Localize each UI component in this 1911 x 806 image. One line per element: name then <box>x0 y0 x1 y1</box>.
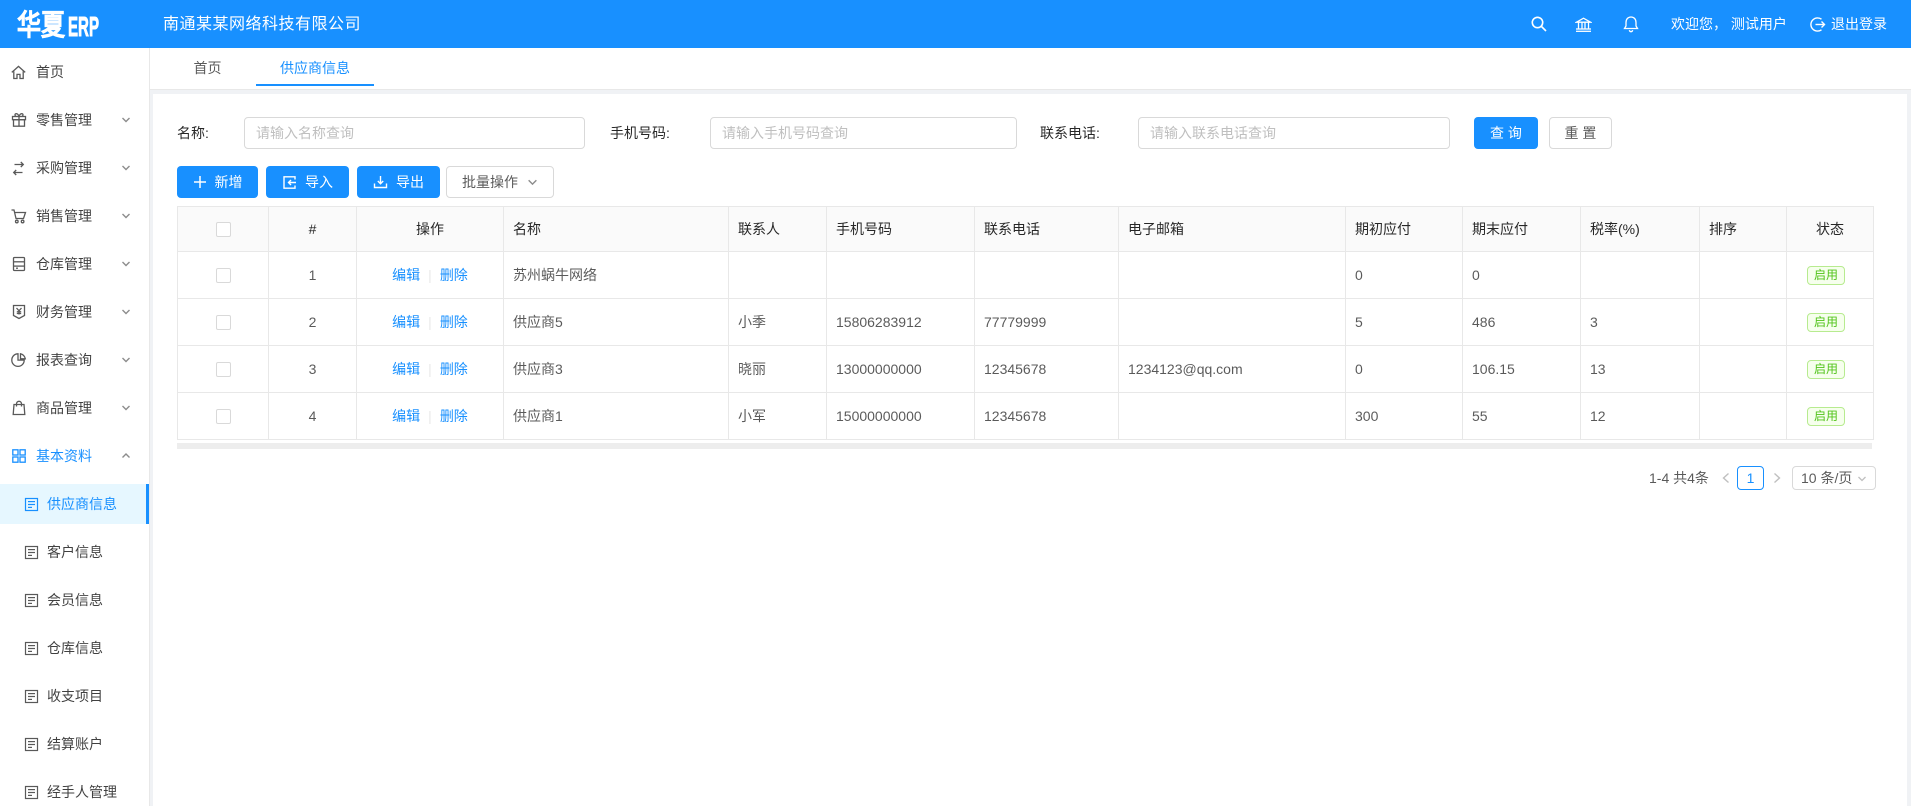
svg-text:ERP: ERP <box>68 11 99 42</box>
svg-text:华夏: 华夏 <box>17 9 66 42</box>
